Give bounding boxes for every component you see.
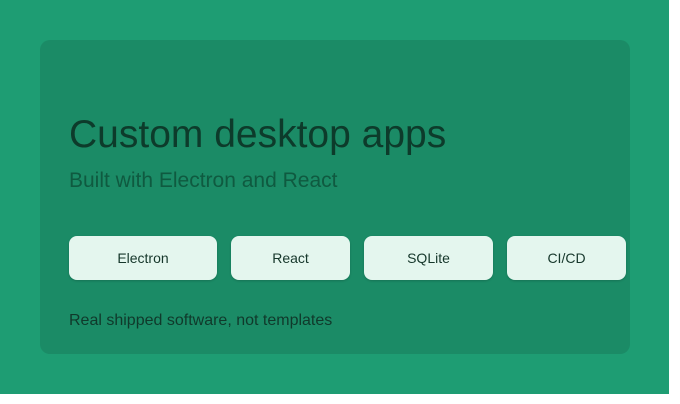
hero-card: Custom desktop apps Built with Electron … [40,40,630,354]
hero-footnote: Real shipped software, not templates [69,312,333,329]
hero-subtitle: Built with Electron and React [69,169,338,192]
tag-electron: Electron [69,236,217,280]
tag-ci-cd: CI/CD [507,236,626,280]
hero-title: Custom desktop apps [69,113,447,156]
tag-react: React [231,236,350,280]
tag-sqlite: SQLite [364,236,493,280]
